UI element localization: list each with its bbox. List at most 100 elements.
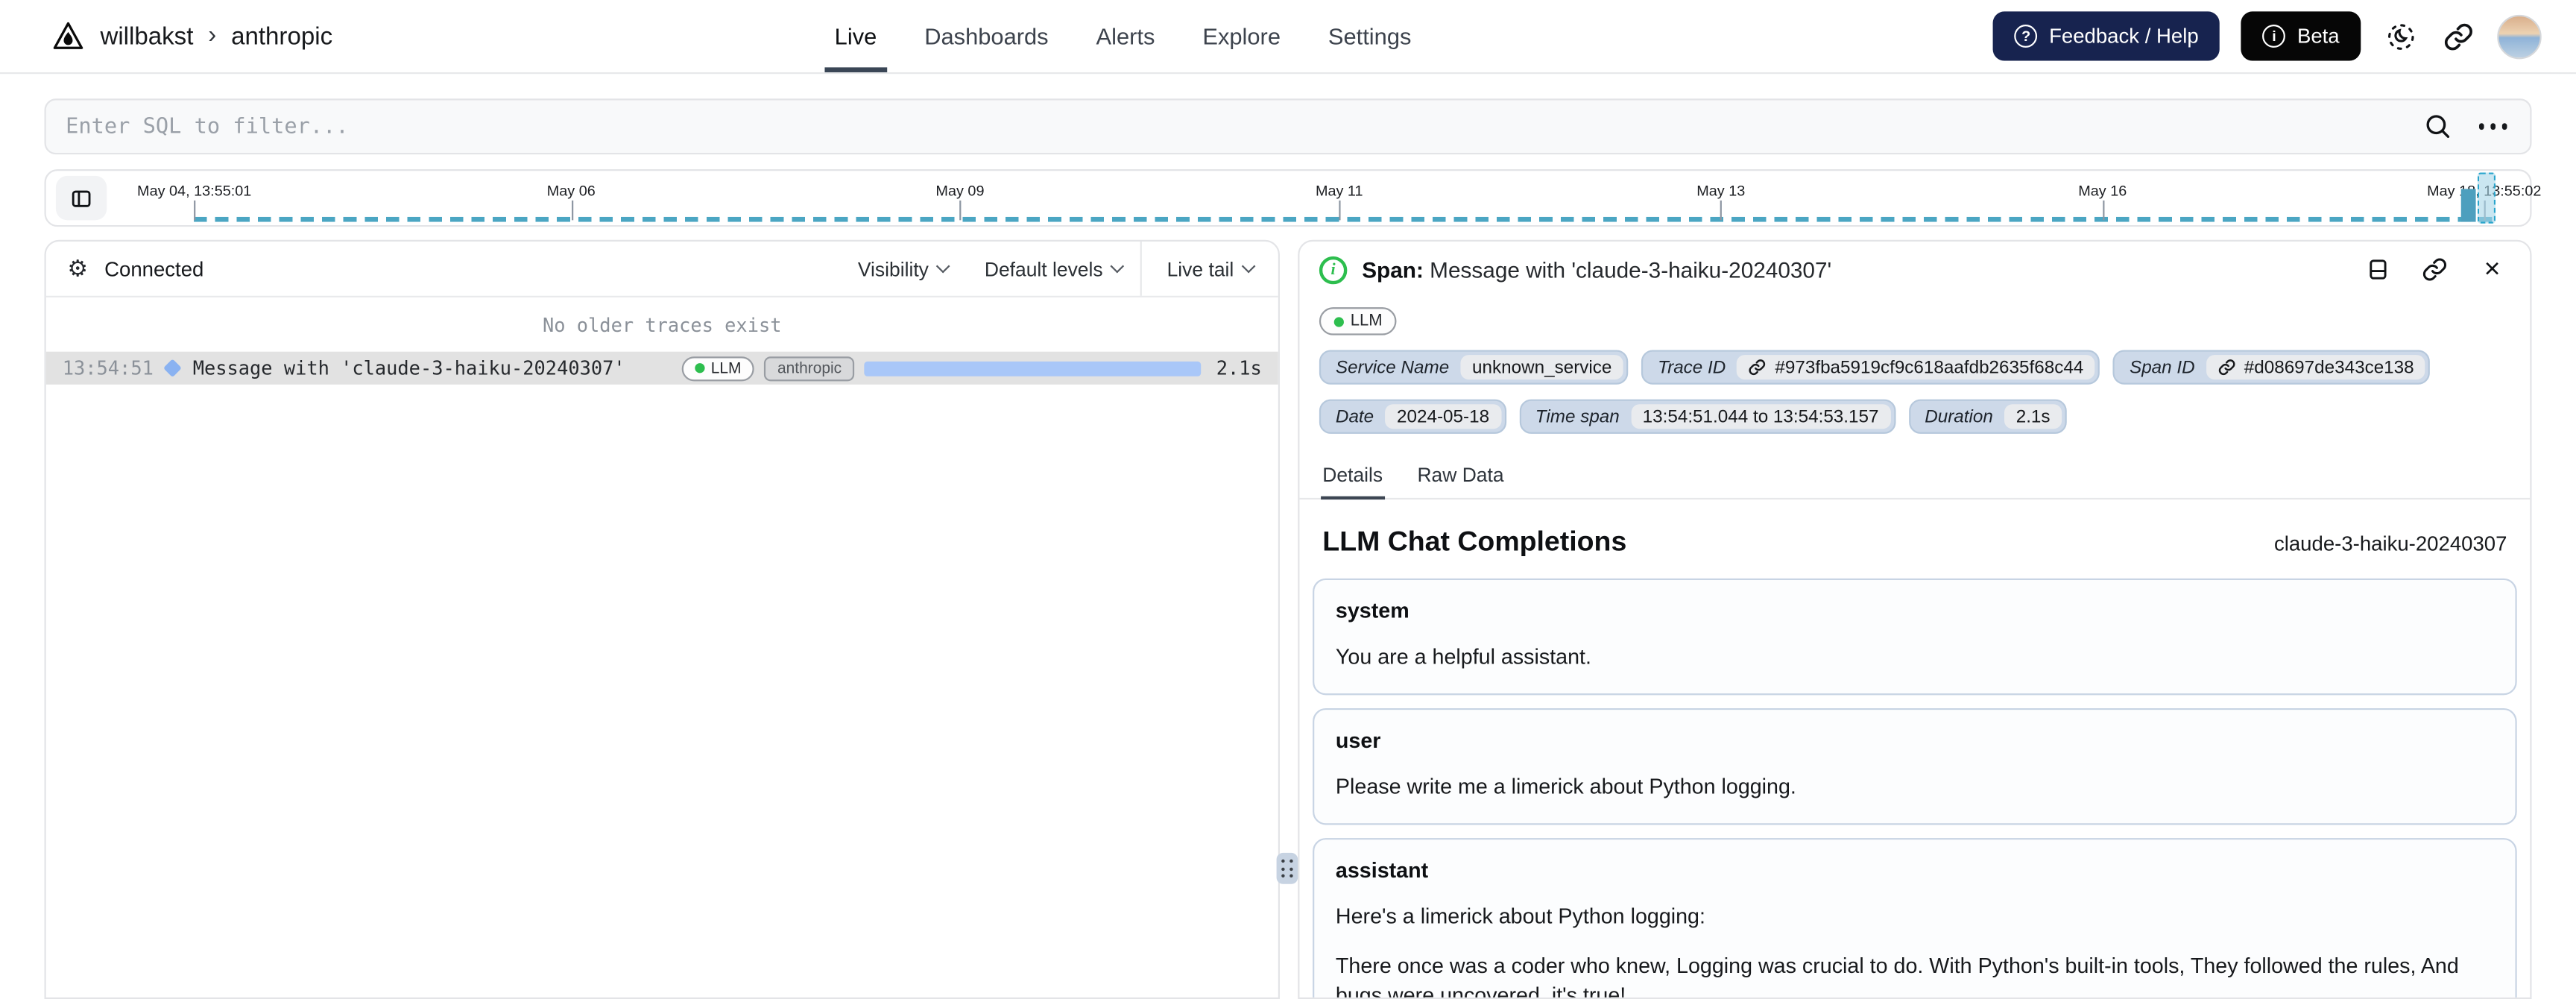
visibility-dropdown[interactable]: Visibility [840, 242, 967, 296]
gear-icon[interactable]: ⚙ [67, 256, 88, 282]
message-content: There once was a coder who knew, Logging… [1335, 952, 2459, 999]
scope-badge: anthropic [764, 356, 855, 381]
chevron-down-icon [1111, 259, 1125, 274]
span-detail-panel: i Span: Message with 'claude-3-haiku-202… [1298, 239, 2532, 999]
attr-duration: Duration 2.1s [1908, 399, 2067, 434]
timeline-tick-label: May 16 [2078, 182, 2127, 199]
attr-time-span: Time span 13:54:51.044 to 13:54:53.157 [1518, 399, 1895, 434]
llm-badge: LLM [681, 356, 755, 381]
feedback-help-label: Feedback / Help [2049, 25, 2199, 48]
filter-more-menu-icon[interactable] [2475, 117, 2510, 136]
app-header: willbakst › anthropic Live Dashboards Al… [0, 0, 2576, 75]
tab-alerts[interactable]: Alerts [1096, 0, 1155, 72]
info-icon: i [2262, 25, 2286, 48]
default-levels-dropdown[interactable]: Default levels [967, 242, 1141, 296]
app-root: willbakst › anthropic Live Dashboards Al… [0, 0, 2576, 999]
main-nav: Live Dashboards Alerts Explore Settings [824, 0, 1412, 72]
default-levels-label: Default levels [984, 256, 1103, 280]
breadcrumb: willbakst › anthropic [0, 18, 332, 54]
message-card-user: user Please write me a limerick about Py… [1313, 708, 2517, 825]
trace-id-link[interactable]: #973fba5919cf9c618aafdb2635f68c44 [1737, 355, 2095, 380]
sql-filter-bar [44, 98, 2532, 155]
tab-details[interactable]: Details [1321, 453, 1384, 500]
span-diamond-icon [163, 359, 183, 378]
traces-panel: ⚙ Connected Visibility Default levels Li… [44, 239, 1280, 999]
attr-trace-id: Trace ID #973fba5919cf9c618aafdb2635f68c… [1641, 350, 2100, 385]
message-role: user [1335, 728, 1381, 753]
section-header: LLM Chat Completions claude-3-haiku-2024… [1299, 526, 2530, 558]
sql-filter-input[interactable] [66, 114, 2419, 139]
attr-service-name: Service Name unknown_service [1319, 350, 1629, 385]
timeline-dashed-line [194, 216, 2499, 222]
trace-row[interactable]: 13:54:51 Message with 'claude-3-haiku-20… [45, 351, 1278, 385]
close-icon[interactable]: × [2474, 251, 2510, 287]
logfire-logo-icon [49, 18, 85, 54]
span-header-actions: × [2359, 251, 2510, 287]
connection-status: Connected [104, 256, 204, 280]
message-content: Here's a limerick about Python logging: [1335, 903, 1705, 929]
user-avatar[interactable] [2497, 13, 2542, 59]
breadcrumb-chevron-icon: › [208, 20, 217, 49]
panel-resize-handle[interactable] [1276, 852, 1298, 884]
question-icon: ? [2014, 25, 2038, 48]
breadcrumb-org[interactable]: willbakst [100, 22, 193, 50]
span-id-link[interactable]: #d08697de343ce138 [2206, 355, 2426, 380]
no-older-traces-message: No older traces exist [543, 313, 782, 337]
theme-toggle-icon[interactable] [2382, 18, 2418, 54]
timeline-tick-label: May 09 [935, 182, 985, 199]
beta-button[interactable]: i Beta [2241, 11, 2361, 61]
timeline-tick-label: May 04, 13:55:01 [137, 182, 252, 199]
span-title: Span: Message with 'claude-3-haiku-20240… [1362, 256, 1832, 283]
timeline-tick-label: May 11 [1315, 182, 1363, 199]
copy-link-icon[interactable] [2416, 251, 2452, 287]
sidebar-toggle-button[interactable] [55, 175, 107, 221]
span-badges: LLM [1299, 294, 2530, 335]
attr-span-id: Span ID #d08697de343ce138 [2112, 350, 2431, 385]
search-icon[interactable] [2419, 108, 2455, 144]
header-actions: ? Feedback / Help i Beta [1993, 11, 2542, 61]
traces-panel-header: ⚙ Connected Visibility Default levels Li… [45, 242, 1278, 297]
trace-duration-bar [865, 360, 1202, 376]
trace-view-controls: Visibility Default levels Live tail [840, 242, 1278, 296]
trace-timestamp: 13:54:51 [62, 356, 154, 380]
timeline-histogram-bar [2461, 189, 2477, 222]
tab-raw-data[interactable]: Raw Data [1415, 453, 1506, 498]
llm-badge: LLM [1319, 307, 1398, 335]
trace-row-meta: LLM anthropic 2.1s [681, 356, 1262, 381]
trace-message: Message with 'claude-3-haiku-20240307' [192, 356, 625, 380]
message-role: assistant [1335, 857, 1429, 883]
tab-settings[interactable]: Settings [1328, 0, 1412, 72]
chat-messages: system You are a helpful assistant. user… [1299, 558, 2530, 999]
timeline-selection-region[interactable] [2478, 172, 2496, 224]
tab-dashboards[interactable]: Dashboards [924, 0, 1048, 72]
message-card-system: system You are a helpful assistant. [1313, 578, 2517, 696]
timeline-tick-label: May 13 [1696, 182, 1746, 199]
span-info-icon: i [1319, 255, 1348, 284]
share-link-icon[interactable] [2440, 18, 2475, 54]
feedback-help-button[interactable]: ? Feedback / Help [1993, 11, 2220, 61]
live-tail-label: Live tail [1167, 256, 1234, 280]
attr-date: Date 2024-05-18 [1319, 399, 1506, 434]
span-header: i Span: Message with 'claude-3-haiku-202… [1299, 242, 2530, 294]
model-name: claude-3-haiku-20240307 [2273, 532, 2507, 555]
link-icon [2218, 359, 2235, 376]
section-title: LLM Chat Completions [1322, 526, 1627, 558]
timeline-axis[interactable]: May 04, 13:55:01 May 06 May 09 May 11 Ma… [120, 171, 2541, 225]
message-card-assistant: assistant Here's a limerick about Python… [1313, 837, 2517, 999]
message-role: system [1335, 598, 1409, 623]
tab-explore[interactable]: Explore [1202, 0, 1281, 72]
chevron-down-icon [1241, 259, 1256, 274]
message-content: Please write me a limerick about Python … [1335, 773, 1796, 799]
visibility-label: Visibility [857, 256, 929, 280]
trace-duration: 2.1s [1216, 356, 1262, 380]
live-tail-dropdown[interactable]: Live tail [1143, 242, 1278, 296]
tab-live[interactable]: Live [824, 0, 886, 72]
timeline-tick-label: May 06 [546, 182, 596, 199]
message-content: You are a helpful assistant. [1335, 644, 1591, 669]
dock-panel-icon[interactable] [2359, 251, 2395, 287]
span-attributes: Service Name unknown_service Trace ID #9… [1299, 350, 2530, 434]
span-tabs: Details Raw Data [1299, 453, 2531, 500]
green-dot-icon [694, 363, 704, 374]
breadcrumb-project[interactable]: anthropic [231, 22, 332, 50]
beta-label: Beta [2296, 25, 2340, 48]
